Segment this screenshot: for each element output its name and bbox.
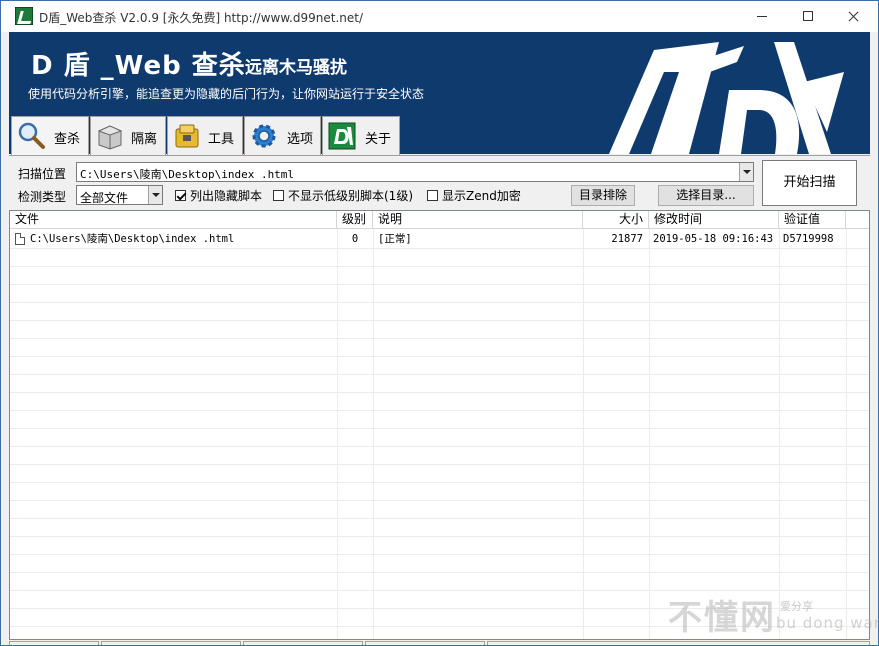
scan-path-value: C:\Users\陵南\Desktop\index .html	[80, 168, 295, 181]
folder-tool-icon	[175, 124, 199, 148]
table-row[interactable]: C:\Users\陵南\Desktop\index .html 0 [正常] 2…	[10, 230, 869, 248]
tab-scan-label: 查杀	[54, 132, 81, 147]
column-header-level[interactable]: 级别	[337, 211, 373, 229]
tab-quarantine-label: 隔离	[131, 132, 158, 147]
grid-line	[10, 248, 869, 249]
grid-line	[10, 518, 869, 519]
hide-low-level-label[interactable]: 不显示低级别脚本(1级)	[288, 187, 413, 204]
dir-exclude-button[interactable]: 目录排除	[571, 185, 635, 206]
banner-title: D 盾 _Web 查杀	[31, 51, 246, 81]
maximize-button[interactable]	[785, 1, 831, 32]
row-file: C:\Users\陵南\Desktop\index .html	[30, 233, 235, 245]
tab-about[interactable]: 关于	[322, 116, 400, 155]
tab-options[interactable]: 选项	[244, 116, 321, 155]
watermark-pinyin: bu dong wang	[776, 614, 879, 632]
maximize-icon	[803, 11, 813, 21]
scan-path-label: 扫描位置	[18, 167, 67, 181]
grid-line	[10, 338, 869, 339]
list-hidden-label[interactable]: 列出隐藏脚本	[190, 187, 262, 204]
row-mtime: 2019-05-18 09:16:43	[653, 233, 774, 245]
grid-line	[10, 536, 869, 537]
grid-line	[10, 572, 869, 573]
tab-options-label: 选项	[287, 132, 314, 147]
app-window: D盾_Web查杀 V2.0.9 [永久免费] http://www.d99net…	[0, 0, 879, 646]
list-hidden-checkbox[interactable]	[175, 190, 186, 201]
grid-line	[10, 284, 869, 285]
select-dir-button[interactable]: 选择目录...	[658, 185, 754, 206]
status-bar	[9, 640, 870, 645]
grid-line	[10, 554, 869, 555]
grid-line	[10, 446, 869, 447]
scan-path-combobox[interactable]: C:\Users\陵南\Desktop\index .html	[76, 162, 754, 182]
magnifier-icon	[18, 122, 45, 149]
tab-tools[interactable]: 工具	[167, 116, 243, 155]
close-button[interactable]	[831, 1, 877, 32]
grid-line	[10, 410, 869, 411]
results-list[interactable]: 文件 级别 说明 大小 修改时间 验证值 C:\Users\陵南\Desktop…	[9, 210, 870, 640]
scan-options-panel: 扫描位置 C:\Users\陵南\Desktop\index .html 检测类…	[9, 155, 870, 209]
title-bar: D盾_Web查杀 V2.0.9 [永久免费] http://www.d99net…	[1, 1, 878, 32]
column-header-mtime[interactable]: 修改时间	[649, 211, 779, 229]
column-header-desc[interactable]: 说明	[373, 211, 583, 229]
tab-about-label: 关于	[365, 132, 392, 147]
box-icon	[97, 125, 123, 150]
watermark-tagline: 爱分享	[780, 600, 813, 613]
banner-slogan: 远离木马骚扰	[245, 58, 347, 78]
row-desc: [正常]	[378, 233, 412, 245]
row-size: 21877	[611, 233, 643, 245]
grid-line	[10, 464, 869, 465]
grid-line	[10, 428, 869, 429]
row-level: 0	[351, 233, 359, 245]
hide-low-level-checkbox[interactable]	[273, 190, 284, 201]
grid-line	[10, 500, 869, 501]
detect-type-value: 全部文件	[80, 191, 129, 205]
grid-line	[10, 302, 869, 303]
grid-line	[10, 356, 869, 357]
tab-scan[interactable]: 查杀	[11, 116, 89, 156]
minimize-button[interactable]	[739, 1, 785, 32]
list-header: 文件 级别 说明 大小 修改时间 验证值	[10, 211, 869, 229]
grid-line	[10, 320, 869, 321]
grid-line	[10, 266, 869, 267]
watermark-logo: 不懂网	[668, 598, 776, 638]
grid-line	[10, 482, 869, 483]
banner-subtitle: 使用代码分析引擎，能追查更为隐藏的后门行为，让你网站运行于安全状态	[28, 87, 425, 101]
app-logo-icon	[15, 7, 33, 25]
minimize-icon	[757, 16, 767, 17]
window-title: D盾_Web查杀 V2.0.9 [永久免费] http://www.d99net…	[39, 11, 364, 25]
column-header-extra	[846, 211, 869, 229]
detect-type-select[interactable]: 全部文件	[76, 185, 163, 205]
column-header-size[interactable]: 大小	[583, 211, 649, 229]
grid-line	[10, 392, 869, 393]
grid-line	[10, 374, 869, 375]
show-zend-checkbox[interactable]	[427, 190, 438, 201]
row-hash: D5719998	[783, 233, 834, 245]
d-shield-logo-icon	[609, 42, 844, 154]
tab-quarantine[interactable]: 隔离	[90, 116, 166, 155]
gear-icon	[252, 124, 276, 148]
detect-type-label: 检测类型	[18, 190, 67, 204]
file-icon	[15, 233, 25, 245]
column-header-hash[interactable]: 验证值	[779, 211, 846, 229]
column-header-file[interactable]: 文件	[10, 211, 337, 229]
d-logo-icon	[328, 122, 356, 150]
chevron-down-icon[interactable]	[148, 186, 162, 204]
chevron-down-icon[interactable]	[739, 163, 753, 181]
tab-tools-label: 工具	[208, 132, 235, 147]
start-scan-button[interactable]: 开始扫描	[762, 160, 857, 206]
show-zend-label[interactable]: 显示Zend加密	[442, 187, 521, 204]
